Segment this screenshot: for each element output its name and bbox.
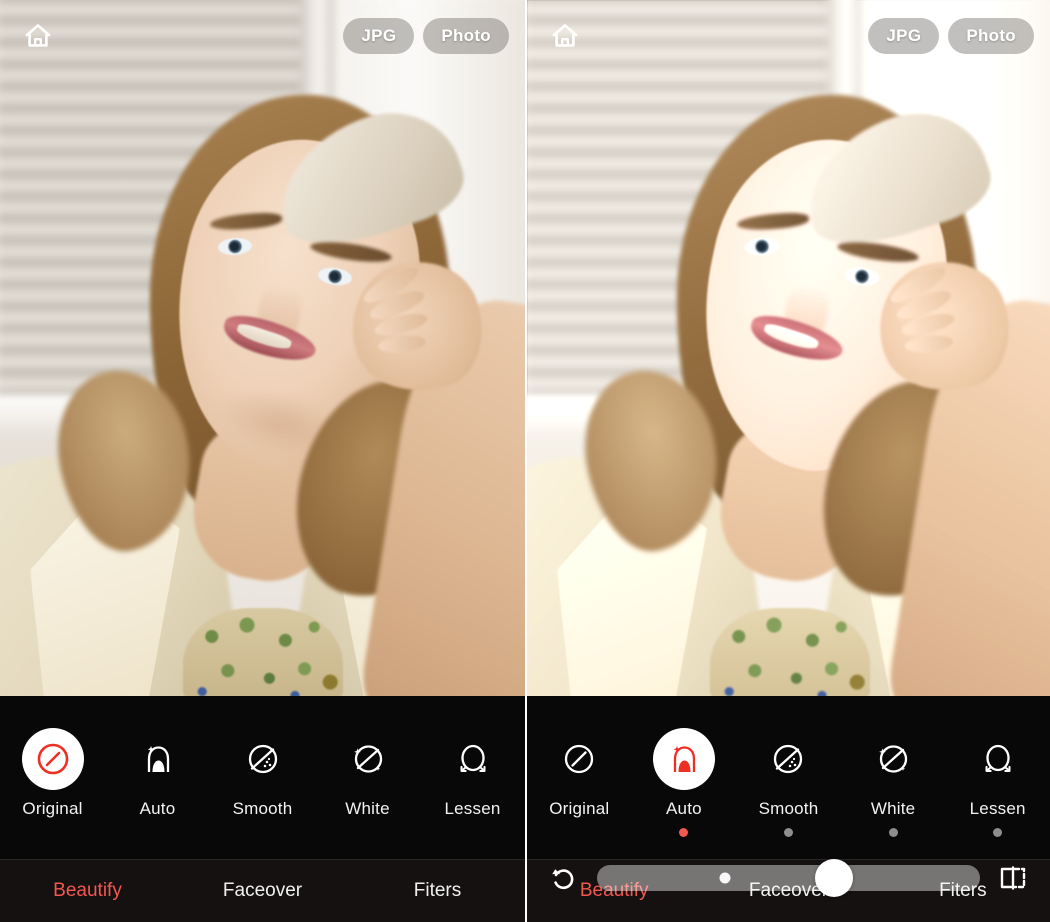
tool-label: Auto <box>139 799 176 818</box>
tool-icon-wrap <box>548 728 610 790</box>
tool-white[interactable]: White <box>841 728 946 837</box>
tool-icon-wrap <box>652 728 715 790</box>
whiten-circle-sparkle-icon <box>353 745 382 773</box>
tool-label: Smooth <box>758 799 819 818</box>
tool-auto[interactable]: Auto <box>632 728 737 837</box>
tool-indicator-dot <box>888 828 898 837</box>
tool-label: Original <box>22 799 83 818</box>
compare-before-after-icon <box>1000 866 1026 890</box>
slim-face-oval-arrows-icon <box>460 744 485 772</box>
photo-preview-after[interactable] <box>527 0 1050 696</box>
tool-lessen[interactable]: Lessen <box>945 728 1050 837</box>
slider-track-area[interactable] <box>597 859 980 897</box>
auto-beautify-face-sparkle-icon <box>147 746 169 772</box>
tool-label: White <box>345 799 390 818</box>
tool-icon-wrap <box>862 728 924 790</box>
panel-after: JPG Photo Original Auto Smooth White Les… <box>525 0 1050 922</box>
tool-icon-wrap <box>757 728 819 790</box>
tool-label: Original <box>549 799 610 818</box>
tab-faceover[interactable]: Faceover <box>175 880 350 902</box>
top-bar: JPG Photo <box>527 0 1050 72</box>
tool-auto[interactable]: Auto <box>105 728 210 837</box>
tool-label: Lessen <box>444 799 501 818</box>
floral-top <box>710 608 870 696</box>
panel-before: JPG Photo Original Auto Smooth White Les… <box>0 0 525 922</box>
bottom-toolbar: Original Auto Smooth White Lessen Beauti… <box>0 696 525 922</box>
tool-indicator-dot <box>783 828 793 837</box>
tool-icon-wrap <box>232 728 294 790</box>
reset-button[interactable] <box>545 859 583 897</box>
compare-button[interactable] <box>994 859 1032 897</box>
tool-icon-wrap <box>967 728 1029 790</box>
tool-white[interactable]: White <box>315 728 420 837</box>
slim-face-oval-arrows-icon <box>985 744 1011 772</box>
tool-indicator-dot <box>363 828 372 837</box>
tool-label: Auto <box>666 799 702 818</box>
beautify-tool-row: Original Auto Smooth White Lessen <box>0 696 525 859</box>
slider-tick-dot <box>719 872 731 884</box>
tool-indicator-dot <box>153 828 162 837</box>
tool-indicator-dot <box>993 828 1003 837</box>
tool-indicator-dot <box>679 828 689 837</box>
home-button[interactable] <box>16 14 60 58</box>
tool-label: Lessen <box>969 799 1026 818</box>
whiten-circle-sparkle-icon <box>879 745 908 773</box>
no-effect-circle-slash-icon <box>37 743 68 775</box>
tool-icon-wrap <box>337 728 399 790</box>
tool-lessen[interactable]: Lessen <box>420 728 525 837</box>
tab-fiters[interactable]: Fiters <box>350 880 525 902</box>
slider-knob[interactable] <box>815 859 854 897</box>
home-button[interactable] <box>543 14 587 58</box>
home-icon <box>25 24 51 47</box>
tool-original[interactable]: Original <box>0 728 105 837</box>
mode-pill-photo[interactable]: Photo <box>948 18 1034 54</box>
floral-top <box>183 608 343 696</box>
tool-indicator-dot <box>468 828 477 837</box>
intensity-slider-row <box>527 856 1050 900</box>
smooth-skin-circle-dots-icon <box>248 744 277 774</box>
format-pill-jpg[interactable]: JPG <box>343 18 415 54</box>
tool-smooth[interactable]: Smooth <box>210 728 315 837</box>
tool-indicator-dot <box>575 828 584 837</box>
tool-label: Smooth <box>232 799 293 818</box>
tool-label: White <box>870 799 916 818</box>
top-bar: JPG Photo <box>0 0 525 72</box>
beautify-tool-row: Original Auto Smooth White Lessen <box>527 696 1050 859</box>
tool-indicator-dot <box>48 828 57 837</box>
home-icon <box>552 24 578 47</box>
comparison-stage: JPG Photo Original Auto Smooth White Les… <box>0 0 1050 922</box>
reset-arrow-icon <box>552 869 574 890</box>
slider-track[interactable] <box>597 865 980 891</box>
no-effect-circle-slash-icon <box>565 744 594 774</box>
tool-icon-wrap <box>442 728 504 790</box>
auto-beautify-face-sparkle-icon <box>673 746 696 772</box>
mode-pill-photo[interactable]: Photo <box>423 18 509 54</box>
tool-indicator-dot <box>258 828 267 837</box>
smooth-skin-circle-dots-icon <box>774 744 803 774</box>
format-pill-jpg[interactable]: JPG <box>868 18 940 54</box>
tool-original[interactable]: Original <box>527 728 632 837</box>
tool-icon-wrap <box>127 728 189 790</box>
tab-beautify[interactable]: Beautify <box>0 880 175 902</box>
tool-smooth[interactable]: Smooth <box>736 728 841 837</box>
photo-preview-before[interactable] <box>0 0 525 696</box>
tool-icon-wrap <box>21 728 84 790</box>
mode-tab-bar: Beautify Faceover Fiters <box>0 859 525 922</box>
